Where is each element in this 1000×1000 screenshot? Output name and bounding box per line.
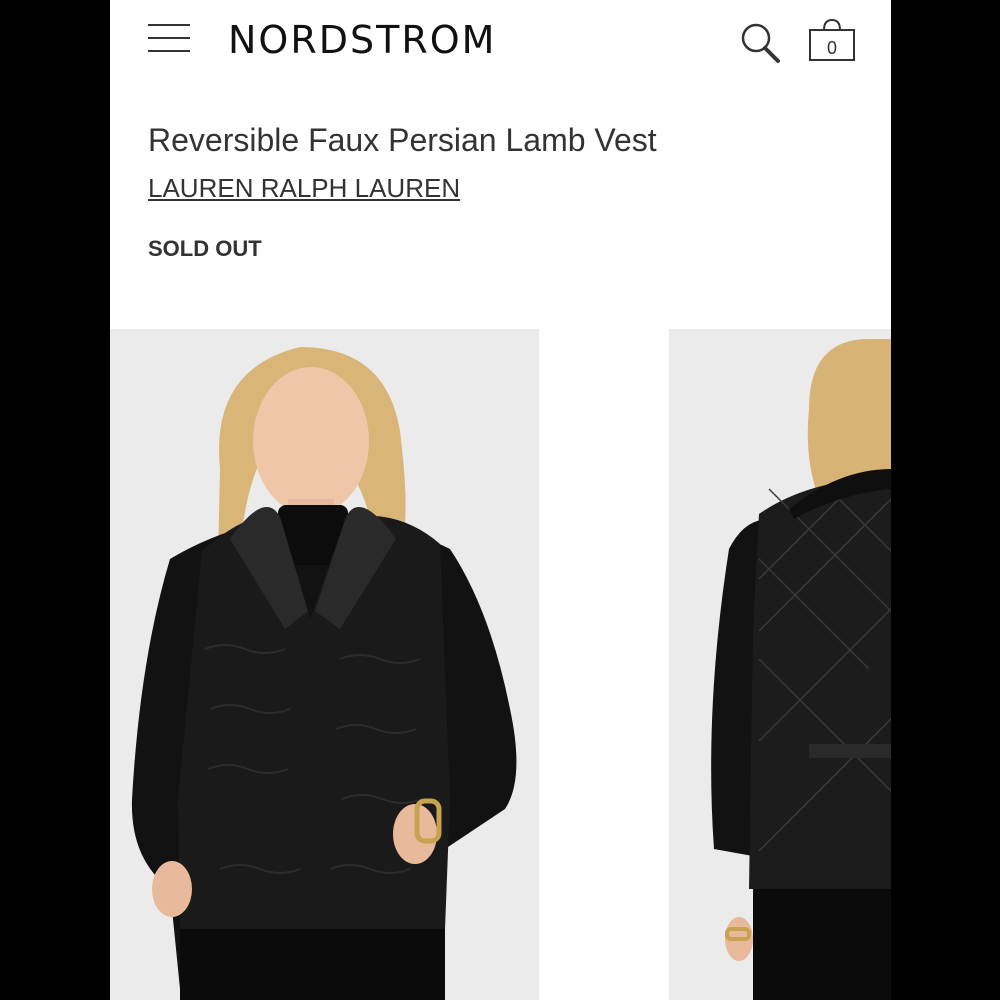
product-image-front[interactable] <box>110 329 539 1000</box>
sold-out-badge: SOLD OUT <box>148 236 262 261</box>
search-icon[interactable] <box>740 22 782 64</box>
nordstrom-logo[interactable]: NORDSTROM <box>228 18 496 62</box>
site-header: NORDSTROM 0 <box>110 0 891 80</box>
shopping-bag-icon[interactable]: 0 <box>808 16 856 64</box>
product-page: NORDSTROM 0 Reversible Faux Persian Lamb… <box>110 0 891 1000</box>
brand-link[interactable]: LAUREN RALPH LAUREN <box>148 170 460 206</box>
product-image-back[interactable] <box>669 329 891 1000</box>
product-title: Reversible Faux Persian Lamb Vest <box>148 122 657 158</box>
bag-count: 0 <box>826 38 837 58</box>
hamburger-menu-icon[interactable] <box>148 20 192 56</box>
